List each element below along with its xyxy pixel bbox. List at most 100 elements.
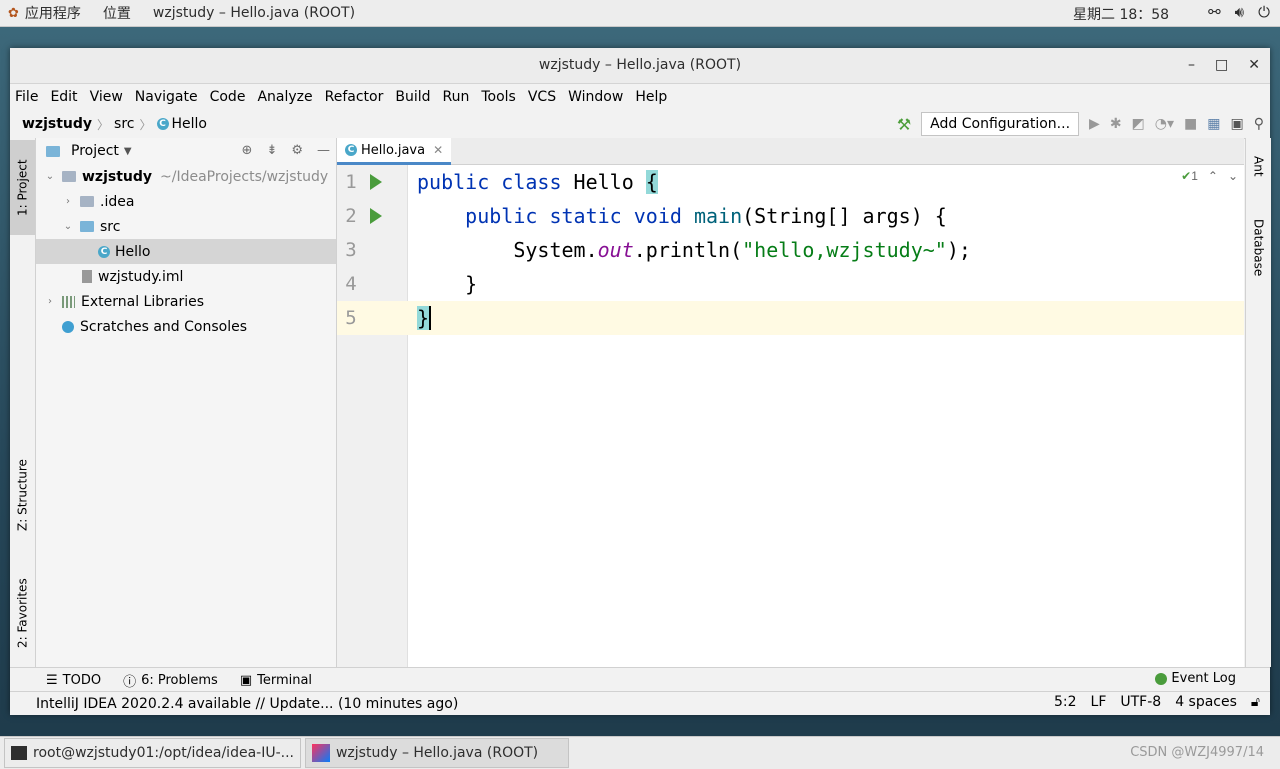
menu-help[interactable]: Help	[635, 89, 667, 105]
list-icon: ☰	[46, 672, 58, 688]
run-gutter-icon[interactable]	[370, 174, 382, 190]
tab-project[interactable]: 1: Project	[10, 140, 35, 235]
tree-item-src[interactable]: ⌄ src	[36, 214, 336, 239]
clock[interactable]: 星期二 18：58	[1073, 4, 1169, 24]
inspection-widget[interactable]: ✔1 ⌃ ⌄	[1181, 169, 1238, 183]
code-line: 3 System.out.println("hello,wzjstudy~");	[337, 233, 1244, 267]
status-bar: IntelliJ IDEA 2020.2.4 available // Upda…	[10, 691, 1270, 715]
tree-item-label: wzjstudy.iml	[98, 268, 184, 285]
tree-item-scratches[interactable]: Scratches and Consoles	[36, 314, 336, 339]
tool-window-bar: ☰ TODO ⓘ 6: Problems ▣ Terminal Event Lo…	[10, 667, 1270, 692]
menu-edit[interactable]: Edit	[50, 89, 77, 105]
tree-item-idea[interactable]: › .idea	[36, 189, 336, 214]
project-structure-icon[interactable]: ▦	[1207, 116, 1220, 132]
locate-icon[interactable]: ⊕	[242, 143, 253, 158]
build-hammer-icon[interactable]: ⚒	[897, 115, 911, 134]
editor-tab-hello[interactable]: C Hello.java ✕	[337, 138, 452, 165]
menu-tools[interactable]: Tools	[481, 89, 516, 105]
tab-favorites[interactable]: 2: Favorites	[10, 568, 35, 658]
code-token: .println(	[633, 238, 743, 262]
places-menu[interactable]: 位置	[103, 3, 131, 23]
breadcrumb-separator: 〉	[139, 117, 152, 132]
search-icon[interactable]: ⚲	[1254, 116, 1264, 132]
stop-icon[interactable]: ■	[1184, 116, 1197, 132]
code-line: 1 public class Hello {	[337, 165, 1244, 199]
chevron-down-icon: ▼	[123, 145, 132, 157]
menu-analyze[interactable]: Analyze	[257, 89, 312, 105]
code-token: {	[645, 170, 658, 194]
todo-tab[interactable]: ☰ TODO	[46, 673, 101, 688]
module-folder-icon	[62, 171, 76, 182]
tree-item-hello[interactable]: C Hello	[36, 239, 336, 264]
window-titlebar[interactable]: wzjstudy – Hello.java (ROOT) – □ ✕	[10, 48, 1270, 84]
volume-icon[interactable]: 🔊︎	[1235, 3, 1244, 21]
close-button[interactable]: ✕	[1248, 48, 1260, 83]
menu-view[interactable]: View	[90, 89, 123, 105]
menu-vcs[interactable]: VCS	[528, 89, 556, 105]
project-icon	[46, 145, 60, 157]
line-number: 2	[345, 205, 357, 227]
debug-icon[interactable]: ✱	[1110, 116, 1122, 132]
check-icon: ✔	[1181, 169, 1192, 183]
taskbar-ide-label: wzjstudy – Hello.java (ROOT)	[335, 745, 539, 761]
event-log-tab[interactable]: Event Log	[1155, 671, 1236, 686]
run-gutter-icon[interactable]	[370, 208, 382, 224]
tab-structure-label: Z: Structure	[15, 459, 30, 531]
tree-item-project-root[interactable]: ⌄ wzjstudy ~/IdeaProjects/wzjstudy	[36, 164, 336, 189]
project-view-selector[interactable]: Project ▼	[46, 143, 132, 159]
menu-refactor[interactable]: Refactor	[325, 89, 384, 105]
code-token: }	[417, 306, 432, 330]
menu-build[interactable]: Build	[395, 89, 430, 105]
expand-arrow-icon[interactable]: ⌄	[62, 221, 74, 232]
taskbar-terminal[interactable]: root@wzjstudy01:/opt/idea/idea-IU-...	[4, 738, 301, 768]
maximize-button[interactable]: □	[1215, 48, 1228, 83]
hide-panel-icon[interactable]: —	[317, 143, 330, 158]
tree-item-label: Hello	[115, 243, 151, 260]
event-log-label: Event Log	[1171, 671, 1236, 686]
problems-tab[interactable]: ⓘ 6: Problems	[123, 671, 218, 690]
caret-position[interactable]: 5:2	[1054, 694, 1077, 710]
terminal-tab[interactable]: ▣ Terminal	[240, 673, 312, 688]
profile-icon[interactable]: ◔▾	[1155, 116, 1174, 132]
chevron-down-icon[interactable]: ⌄	[1228, 169, 1238, 183]
tree-item-iml[interactable]: wzjstudy.iml	[36, 264, 336, 289]
minimize-button[interactable]: –	[1188, 48, 1195, 83]
breadcrumb-separator: 〉	[97, 117, 110, 132]
breadcrumb-project[interactable]: wzjstudy	[22, 116, 92, 132]
tab-project-label: 1: Project	[15, 159, 30, 216]
file-encoding[interactable]: UTF-8	[1120, 694, 1161, 710]
gear-icon[interactable]: ⚙	[291, 143, 303, 158]
code-editor[interactable]: 1 public class Hello { 2 public static v…	[337, 165, 1244, 667]
close-tab-icon[interactable]: ✕	[433, 143, 443, 157]
tab-ant[interactable]: Ant	[1246, 146, 1271, 186]
tab-database[interactable]: Database	[1246, 208, 1271, 288]
collapse-arrow-icon[interactable]: ›	[62, 196, 74, 207]
run-icon[interactable]: ▶	[1089, 116, 1100, 132]
taskbar-ide[interactable]: wzjstudy – Hello.java (ROOT)	[304, 738, 569, 768]
tab-structure[interactable]: Z: Structure	[10, 450, 35, 540]
applications-menu[interactable]: ✿ 应用程序	[8, 3, 103, 23]
menu-code[interactable]: Code	[210, 89, 246, 105]
expand-arrow-icon[interactable]: ⌄	[44, 171, 56, 182]
power-icon[interactable]: ⏻	[1258, 3, 1270, 21]
chevron-up-icon[interactable]: ⌃	[1208, 169, 1218, 183]
menu-run[interactable]: Run	[443, 89, 470, 105]
project-panel-title: Project	[71, 143, 119, 159]
breadcrumb-file[interactable]: Hello	[172, 116, 208, 132]
add-configuration-button[interactable]: Add Configuration...	[921, 112, 1080, 136]
collapse-arrow-icon[interactable]: ›	[44, 296, 56, 307]
breadcrumb-folder[interactable]: src	[114, 116, 134, 132]
collapse-all-icon[interactable]: ⇟	[266, 143, 277, 158]
presentation-mode-icon[interactable]: ▣	[1231, 116, 1244, 132]
coverage-icon[interactable]: ◩	[1132, 116, 1145, 132]
line-separator[interactable]: LF	[1091, 694, 1107, 710]
status-message[interactable]: IntelliJ IDEA 2020.2.4 available // Upda…	[36, 696, 458, 712]
folder-icon	[80, 196, 94, 207]
tree-item-external-libraries[interactable]: › External Libraries	[36, 289, 336, 314]
menu-window[interactable]: Window	[568, 89, 623, 105]
lock-icon[interactable]: 🔓︎	[1251, 694, 1260, 710]
menu-navigate[interactable]: Navigate	[135, 89, 198, 105]
indent-setting[interactable]: 4 spaces	[1175, 694, 1237, 710]
menu-file[interactable]: File	[15, 89, 38, 105]
network-icon[interactable]: ⚯	[1208, 3, 1221, 21]
